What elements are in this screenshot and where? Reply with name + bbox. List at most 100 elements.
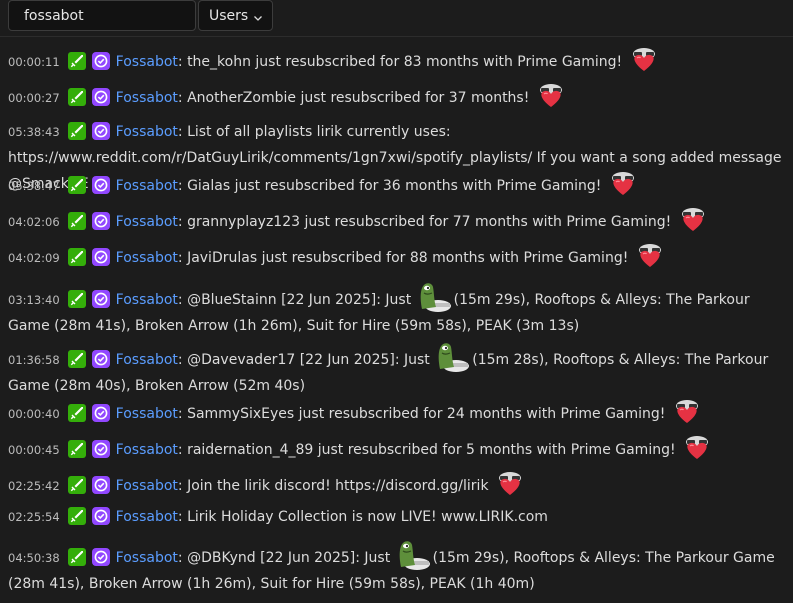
message-timestamp: 00:00:11 [8,55,60,69]
verified-check-icon [91,290,110,308]
message-text: Gialas just resubscribed for 36 months w… [187,178,602,194]
message-timestamp: 01:36:58 [8,353,60,367]
message-colon: : [177,406,188,422]
chat-message: 02:25:42 Fossabot: Join the lirik discord… [8,471,786,499]
chat-message: 04:50:38 Fossabot: @DBKynd [22 Jun 2025]:… [8,539,786,597]
verified-check-icon [91,212,110,230]
message-timestamp: 00:00:45 [8,443,60,457]
message-colon: : [177,352,188,368]
chat-search-window: Users 00:00:11 Fossabot: the_kohn just re… [0,0,793,603]
frog-emote-icon [436,341,470,373]
verified-check-icon [91,248,110,266]
message-timestamp: 04:02:09 [8,251,60,265]
moderator-sword-icon [67,290,86,308]
message-text: SammySixEyes just resubscribed for 24 mo… [187,406,666,422]
search-input[interactable] [8,0,196,31]
message-username[interactable]: Fossabot [116,124,178,140]
message-timestamp: 04:02:06 [8,215,60,229]
chat-message: 03:13:40 Fossabot: @BlueStainn [22 Jun 20… [8,281,786,339]
moderator-sword-icon [67,476,86,494]
message-username[interactable]: Fossabot [116,90,178,106]
moderator-sword-icon [67,440,86,458]
heart-emote-icon [536,83,566,109]
message-colon: : [177,54,188,70]
message-colon: : [177,250,188,266]
message-username[interactable]: Fossabot [116,250,178,266]
message-timestamp: 02:25:54 [8,510,60,524]
message-colon: : [177,90,188,106]
message-colon: : [177,124,188,140]
moderator-sword-icon [67,507,86,525]
message-timestamp: 05:38:43 [8,125,60,139]
moderator-sword-icon [67,248,86,266]
filter-dropdown-label: Users [209,7,249,24]
message-username[interactable]: Fossabot [116,54,178,70]
heart-emote-icon [682,435,712,461]
message-text: @Davevader17 [22 Jun 2025]: Just [187,352,435,368]
message-text: Lirik Holiday Collection is now LIVE! ww… [187,509,548,525]
chat-message: 04:02:06 Fossabot: grannyplayz123 just re… [8,207,786,235]
message-text: the_kohn just resubscribed for 83 months… [187,54,623,70]
message-username[interactable]: Fossabot [116,478,178,494]
verified-check-icon [91,548,110,566]
chat-message: 01:36:58 Fossabot: @Davevader17 [22 Jun 2… [8,341,786,399]
message-timestamp: 02:25:42 [8,479,60,493]
moderator-sword-icon [67,404,86,422]
moderator-sword-icon [67,176,86,194]
message-username[interactable]: Fossabot [116,406,178,422]
heart-emote-icon [495,471,525,497]
heart-emote-icon [678,207,708,233]
moderator-sword-icon [67,88,86,106]
message-text: Join the lirik discord! https://discord.… [187,478,489,494]
message-username[interactable]: Fossabot [116,509,178,525]
message-colon: : [177,292,188,308]
message-colon: : [177,214,188,230]
message-timestamp: 00:00:27 [8,91,60,105]
search-toolbar: Users [0,0,793,36]
heart-emote-icon [608,171,638,197]
moderator-sword-icon [67,52,86,70]
message-colon: : [177,478,188,494]
message-text: grannyplayz123 just resubscribed for 77 … [187,214,672,230]
frog-emote-icon [397,539,431,571]
verified-check-icon [91,176,110,194]
message-username[interactable]: Fossabot [116,214,178,230]
heart-emote-icon [629,47,659,73]
verified-check-icon [91,122,110,140]
verified-check-icon [91,404,110,422]
message-timestamp: 05:38:47 [8,179,60,193]
verified-check-icon [91,52,110,70]
message-username[interactable]: Fossabot [116,442,178,458]
message-colon: : [177,509,188,525]
frog-emote-icon [418,281,452,313]
chat-message: 00:00:11 Fossabot: the_kohn just resubscr… [8,47,786,75]
message-username[interactable]: Fossabot [116,178,178,194]
message-colon: : [177,178,188,194]
chat-message: 00:00:45 Fossabot: raidernation_4_89 just… [8,435,786,463]
verified-check-icon [91,350,110,368]
moderator-sword-icon [67,548,86,566]
user-filter-dropdown[interactable]: Users [198,0,273,31]
verified-check-icon [91,88,110,106]
message-text: @BlueStainn [22 Jun 2025]: Just [187,292,416,308]
message-timestamp: 00:00:40 [8,407,60,421]
heart-emote-icon [672,399,702,425]
chevron-down-icon [253,11,263,21]
message-timestamp: 03:13:40 [8,293,60,307]
moderator-sword-icon [67,212,86,230]
message-text: JaviDrulas just resubscribed for 88 mont… [187,250,629,266]
message-colon: : [177,442,188,458]
message-username[interactable]: Fossabot [116,550,178,566]
chat-message: 04:02:09 Fossabot: JaviDrulas just resubs… [8,243,786,271]
message-username[interactable]: Fossabot [116,292,178,308]
message-timestamp: 04:50:38 [8,551,60,565]
message-username[interactable]: Fossabot [116,352,178,368]
message-text: AnotherZombie just resubscribed for 37 m… [187,90,530,106]
chat-message: 02:25:54 Fossabot: Lirik Holiday Collecti… [8,504,786,530]
verified-check-icon [91,440,110,458]
chat-message: 00:00:40 Fossabot: SammySixEyes just resu… [8,399,786,427]
message-colon: : [177,550,188,566]
heart-emote-icon [635,243,665,269]
verified-check-icon [91,476,110,494]
message-text: @DBKynd [22 Jun 2025]: Just [187,550,395,566]
